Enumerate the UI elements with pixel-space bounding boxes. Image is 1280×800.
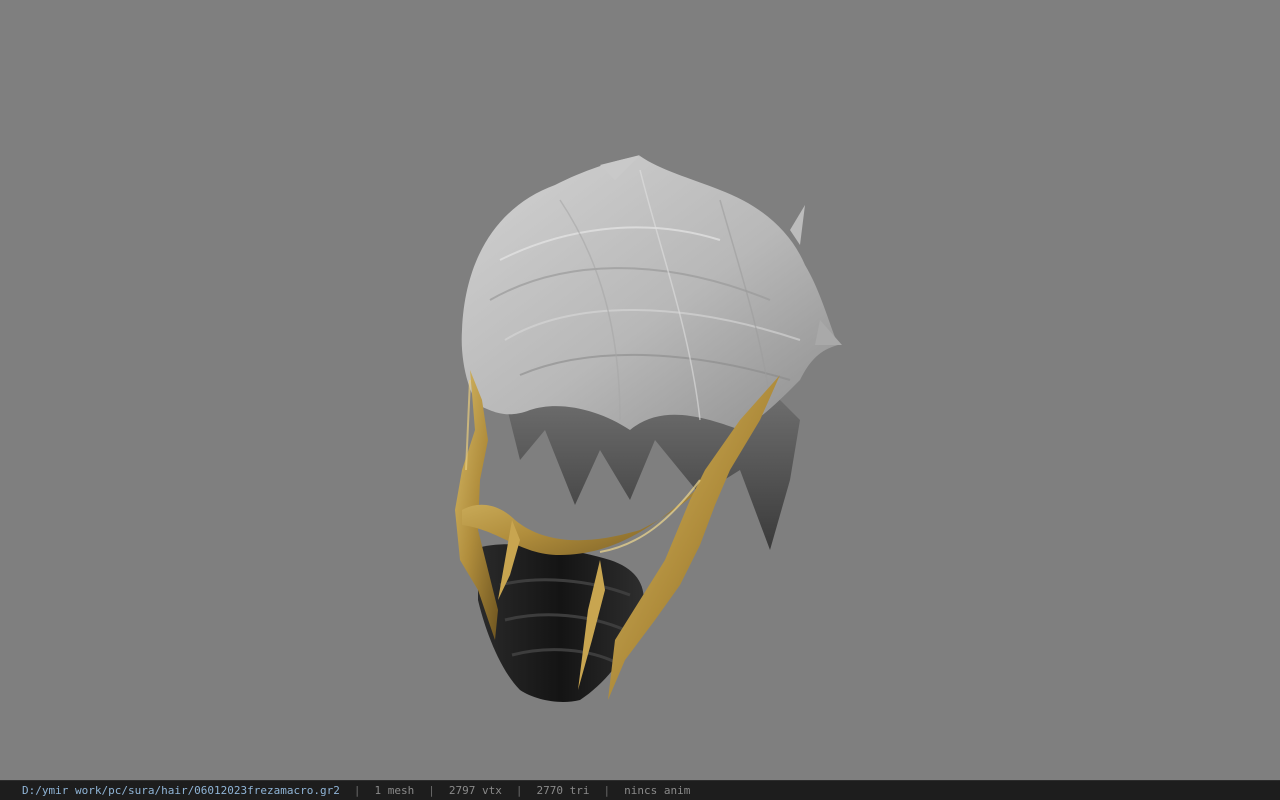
hair-mesh-icon [461,155,842,550]
file-path-label: D:/ymir work/pc/sura/hair/06012023frezam… [22,784,340,797]
separator: | [603,784,611,797]
triangle-count-label: 2770 tri [536,784,590,797]
vertex-count-label: 2797 vtx [448,784,502,797]
separator: | [515,784,523,797]
anim-status-label: nincs anim [624,784,691,797]
3d-viewport[interactable] [0,0,1280,780]
model-render[interactable] [0,0,1280,780]
separator: | [428,784,435,797]
mesh-count-label: 1 mesh [374,784,415,797]
status-bar: D:/ymir work/pc/sura/hair/06012023frezam… [0,780,1280,800]
separator: | [353,784,361,797]
